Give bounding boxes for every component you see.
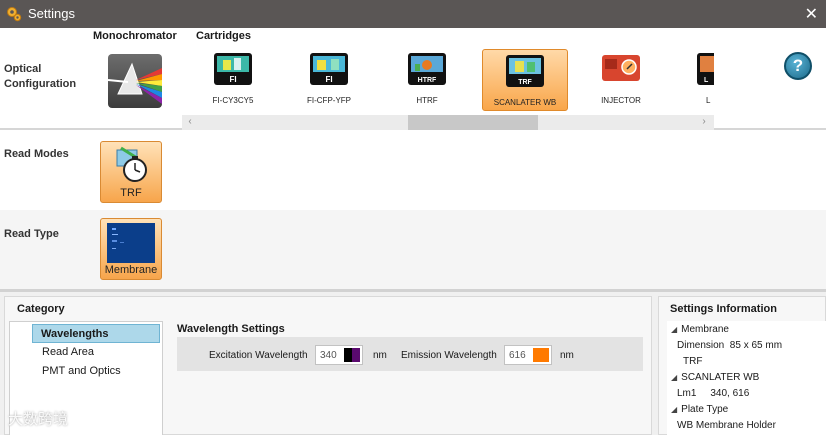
emission-color-swatch (533, 348, 549, 362)
prism-icon (108, 62, 162, 104)
excitation-color-swatch (344, 348, 360, 362)
read-type-membrane-tile[interactable]: Membrane (100, 218, 162, 280)
scroll-left-icon[interactable]: ‹ (184, 116, 196, 129)
emission-wavelength-label: Emission Wavelength (401, 350, 497, 361)
title-bar: Settings ✕ (0, 0, 826, 28)
tree-leaf: Dimension 85 x 65 mm (677, 340, 783, 351)
cartridge-scanlater-wb[interactable]: TRF SCANLATER WB (482, 49, 568, 111)
wavelength-settings-title: Wavelength Settings (177, 323, 285, 335)
expand-triangle-icon[interactable]: ◢ (671, 325, 677, 334)
cartridge-badge: HTRF (418, 77, 437, 84)
read-type-label: Read Type (4, 228, 59, 240)
cartridge-badge: L (704, 77, 709, 84)
cartridge-fi-cfp-yfp[interactable]: FI FI-CFP-YFP (286, 48, 372, 110)
excitation-wavelength-label: Excitation Wavelength (209, 350, 308, 361)
cartridge-label: INJECTOR (601, 96, 641, 105)
monochromator-header: Monochromator (93, 30, 177, 42)
cartridge-badge: FI (229, 75, 236, 84)
emission-wavelength-value: 616 (509, 350, 526, 361)
optical-configuration-section: Optical Configuration Monochromator Cart… (0, 28, 826, 130)
cartridge-badge: FI (325, 75, 332, 84)
tree-node[interactable]: ◢ Membrane (671, 324, 729, 335)
gear-app-icon (7, 7, 22, 22)
cartridge-scrollbar[interactable]: ‹ › (182, 115, 714, 130)
cartridge-trf-icon: TRF (506, 55, 544, 87)
cartridge-badge: TRF (518, 79, 532, 86)
read-type-section: Read Type Membrane (0, 210, 826, 292)
tree-leaf: WB Membrane Holder (677, 420, 776, 431)
cartridge-label: SCANLATER WB (493, 98, 557, 107)
cartridge-fi-cy3cy5[interactable]: FI FI-CY3CY5 (190, 48, 276, 110)
cartridge-fi-icon: FI (214, 53, 252, 85)
scrollbar-thumb[interactable] (408, 115, 538, 130)
cartridge-partial-icon: L (697, 53, 714, 85)
monochromator-tile[interactable] (108, 54, 162, 108)
stopwatch-icon (116, 146, 147, 182)
cartridge-label: L (706, 96, 711, 105)
tree-node[interactable]: ◢ Plate Type (671, 404, 728, 415)
read-modes-section: Read Modes TRF (0, 130, 826, 210)
read-mode-label: TRF (120, 187, 142, 199)
cartridges-header: Cartridges (196, 30, 252, 42)
category-panel: Category Wavelengths Read Area PMT and O… (4, 296, 652, 435)
expand-triangle-icon[interactable]: ◢ (671, 405, 677, 414)
optical-configuration-label: Optical Configuration (4, 63, 77, 90)
cartridge-label: FI-CY3CY5 (212, 96, 254, 105)
settings-information-title: Settings Information (670, 303, 777, 315)
injector-icon (602, 55, 640, 81)
read-modes-label: Read Modes (4, 148, 69, 160)
scroll-right-icon[interactable]: › (698, 116, 710, 129)
help-icon[interactable]: ? (784, 52, 812, 80)
expand-triangle-icon[interactable]: ◢ (671, 373, 677, 382)
membrane-icon (107, 223, 155, 263)
excitation-wavelength-field[interactable]: 340 (315, 345, 363, 365)
settings-information-panel: Settings Information ◢ Membrane Dimension… (658, 296, 826, 435)
emission-unit: nm (560, 350, 574, 361)
cartridge-injector[interactable]: INJECTOR (578, 48, 664, 110)
category-item-wavelengths[interactable]: Wavelengths (32, 324, 160, 343)
category-item-read-area[interactable]: Read Area (34, 343, 162, 362)
read-type-label-text: Membrane (104, 264, 158, 276)
close-icon[interactable]: ✕ (805, 4, 818, 24)
category-title: Category (17, 303, 65, 315)
read-mode-trf-tile[interactable]: TRF (100, 141, 162, 203)
cartridge-label: FI-CFP-YFP (307, 96, 351, 105)
cartridge-partial[interactable]: L L (672, 48, 714, 110)
tree-leaf: Lm1 340, 616 (677, 388, 750, 399)
cartridge-label: HTRF (416, 96, 438, 105)
wavelength-settings-row: Excitation Wavelength 340 nm Emission Wa… (177, 337, 643, 371)
category-item-pmt-and-optics[interactable]: PMT and Optics (34, 362, 162, 381)
emission-wavelength-field[interactable]: 616 (504, 345, 552, 365)
window-title: Settings (28, 6, 75, 21)
excitation-unit: nm (373, 350, 387, 361)
cartridge-htrf-icon: HTRF (408, 53, 446, 85)
tree-leaf: TRF (683, 356, 703, 367)
settings-information-tree: ◢ Membrane Dimension 85 x 65 mm TRF ◢ SCAN… (667, 321, 826, 435)
excitation-wavelength-value: 340 (320, 350, 337, 361)
cartridge-fi-icon: FI (310, 53, 348, 85)
cartridge-htrf[interactable]: HTRF HTRF (384, 48, 470, 110)
tree-node[interactable]: ◢ SCANLATER WB (671, 372, 759, 383)
watermark: 大数跨境 (8, 411, 69, 428)
